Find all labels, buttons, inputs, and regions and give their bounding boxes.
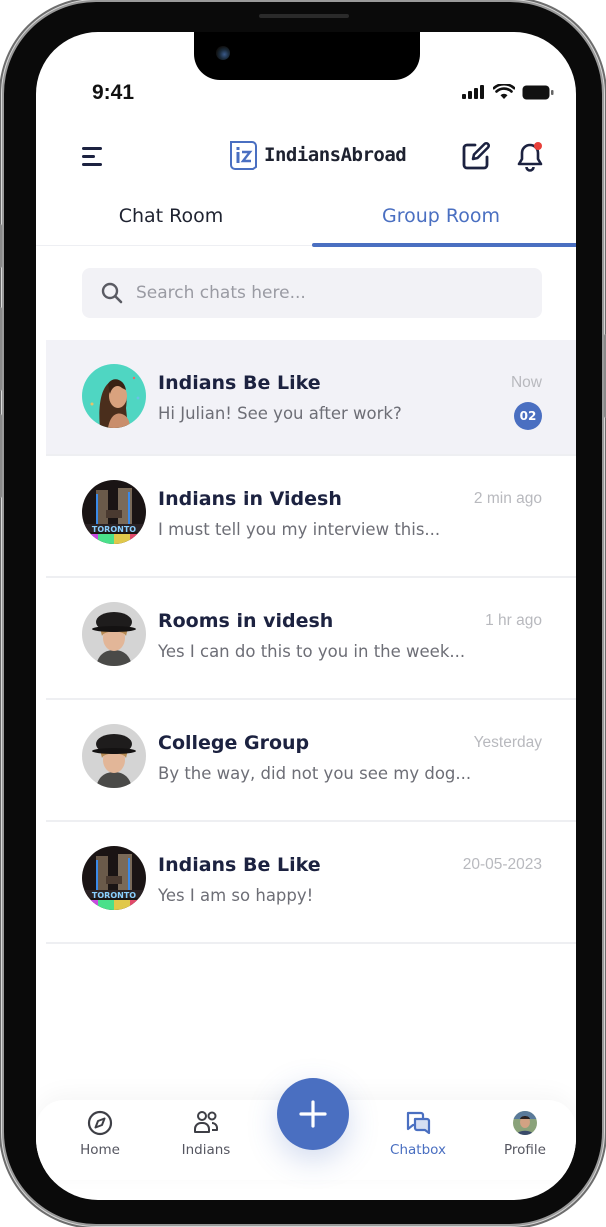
app-name: IndiansAbroad bbox=[264, 144, 407, 166]
chat-preview: Hi Julian! See you after work? bbox=[158, 404, 402, 423]
compass-icon bbox=[87, 1110, 113, 1136]
nav-chatbox[interactable]: Chatbox bbox=[378, 1108, 458, 1158]
app-screen: 9:41 IndiansAbroad Chat Room Group Room … bbox=[36, 32, 576, 1200]
nav-label: Profile bbox=[504, 1142, 546, 1158]
room-tabs: Chat Room Group Room bbox=[36, 190, 576, 247]
menu-icon bbox=[82, 147, 102, 166]
chat-preview: By the way, did not you see my dog... bbox=[158, 764, 472, 783]
tab-group-room[interactable]: Group Room bbox=[306, 190, 576, 247]
nav-indians[interactable]: Indians bbox=[166, 1108, 246, 1158]
phone-frame: 9:41 IndiansAbroad Chat Room Group Room … bbox=[0, 2, 606, 1224]
signal-icon bbox=[462, 85, 484, 99]
notification-dot bbox=[534, 142, 542, 150]
chat-name: Indians in Videsh bbox=[158, 488, 342, 510]
status-time: 9:41 bbox=[92, 81, 135, 104]
chat-name: Rooms in videsh bbox=[158, 610, 334, 632]
tab-chat-room[interactable]: Chat Room bbox=[36, 190, 306, 245]
logo-mark-icon bbox=[230, 141, 257, 170]
avatar-toronto-city-hall: TORONTO bbox=[82, 480, 146, 544]
nav-profile[interactable]: Profile bbox=[485, 1108, 565, 1158]
wifi-icon bbox=[493, 84, 515, 99]
compose-button[interactable] bbox=[460, 140, 492, 172]
nav-home[interactable]: Home bbox=[60, 1108, 140, 1158]
chat-name: Indians Be Like bbox=[158, 854, 321, 876]
chat-item[interactable]: Indians Be Like Hi Julian! See you after… bbox=[46, 340, 576, 456]
users-icon bbox=[194, 1111, 218, 1133]
chat-time: 20-05-2023 bbox=[462, 856, 542, 873]
search-icon bbox=[101, 282, 123, 304]
volume-up-button bbox=[0, 307, 2, 391]
avatar-man-hat-portrait bbox=[82, 602, 146, 666]
svg-text:TORONTO: TORONTO bbox=[92, 891, 136, 900]
svg-text:TORONTO: TORONTO bbox=[92, 525, 136, 534]
chat-time: Now bbox=[510, 374, 542, 391]
chat-preview: Yes I am so happy! bbox=[158, 886, 314, 905]
avatar-woman-portrait bbox=[82, 364, 146, 428]
chat-item[interactable]: TORONTO Indians in Videsh I must tell yo… bbox=[46, 456, 576, 578]
volume-down-button bbox=[0, 414, 2, 498]
chat-item[interactable]: TORONTO Indians Be Like Yes I am so happ… bbox=[46, 822, 576, 944]
chat-time: Yesterday bbox=[473, 734, 542, 751]
notifications-button[interactable] bbox=[514, 140, 546, 172]
front-camera bbox=[216, 46, 230, 60]
unread-badge: 02 bbox=[514, 402, 542, 430]
chat-item[interactable]: College Group By the way, did not you se… bbox=[46, 700, 576, 822]
battery-icon bbox=[522, 85, 554, 99]
chat-time: 2 min ago bbox=[473, 490, 542, 507]
notch bbox=[194, 32, 420, 80]
search-bar bbox=[82, 268, 542, 318]
bell-icon bbox=[517, 142, 543, 172]
new-chat-fab[interactable] bbox=[277, 1078, 349, 1150]
app-logo: IndiansAbroad bbox=[228, 139, 407, 171]
plus-icon bbox=[299, 1100, 327, 1128]
status-icons bbox=[462, 84, 554, 100]
nav-label: Home bbox=[80, 1142, 120, 1158]
mute-switch bbox=[0, 224, 2, 268]
nav-label: Indians bbox=[181, 1142, 231, 1158]
search-input[interactable] bbox=[136, 283, 516, 303]
chat-name: College Group bbox=[158, 732, 310, 754]
chat-preview: I must tell you my interview this... bbox=[158, 520, 441, 539]
avatar-man-hat-portrait bbox=[82, 724, 146, 788]
chat-time: 1 hr ago bbox=[485, 612, 542, 629]
chat-preview: Yes I can do this to you in the week... bbox=[158, 642, 466, 661]
nav-label: Chatbox bbox=[390, 1142, 446, 1158]
app-header: IndiansAbroad bbox=[36, 132, 576, 180]
chat-name: Indians Be Like bbox=[158, 372, 321, 394]
speaker-grille bbox=[259, 14, 349, 18]
profile-avatar bbox=[513, 1111, 537, 1135]
chat-list: Indians Be Like Hi Julian! See you after… bbox=[46, 340, 576, 944]
chat-item[interactable]: Rooms in videsh Yes I can do this to you… bbox=[46, 578, 576, 700]
compose-icon bbox=[462, 142, 490, 170]
chat-bubbles-icon bbox=[406, 1111, 431, 1135]
avatar-toronto-city-hall: TORONTO bbox=[82, 846, 146, 910]
menu-button[interactable] bbox=[80, 144, 106, 168]
